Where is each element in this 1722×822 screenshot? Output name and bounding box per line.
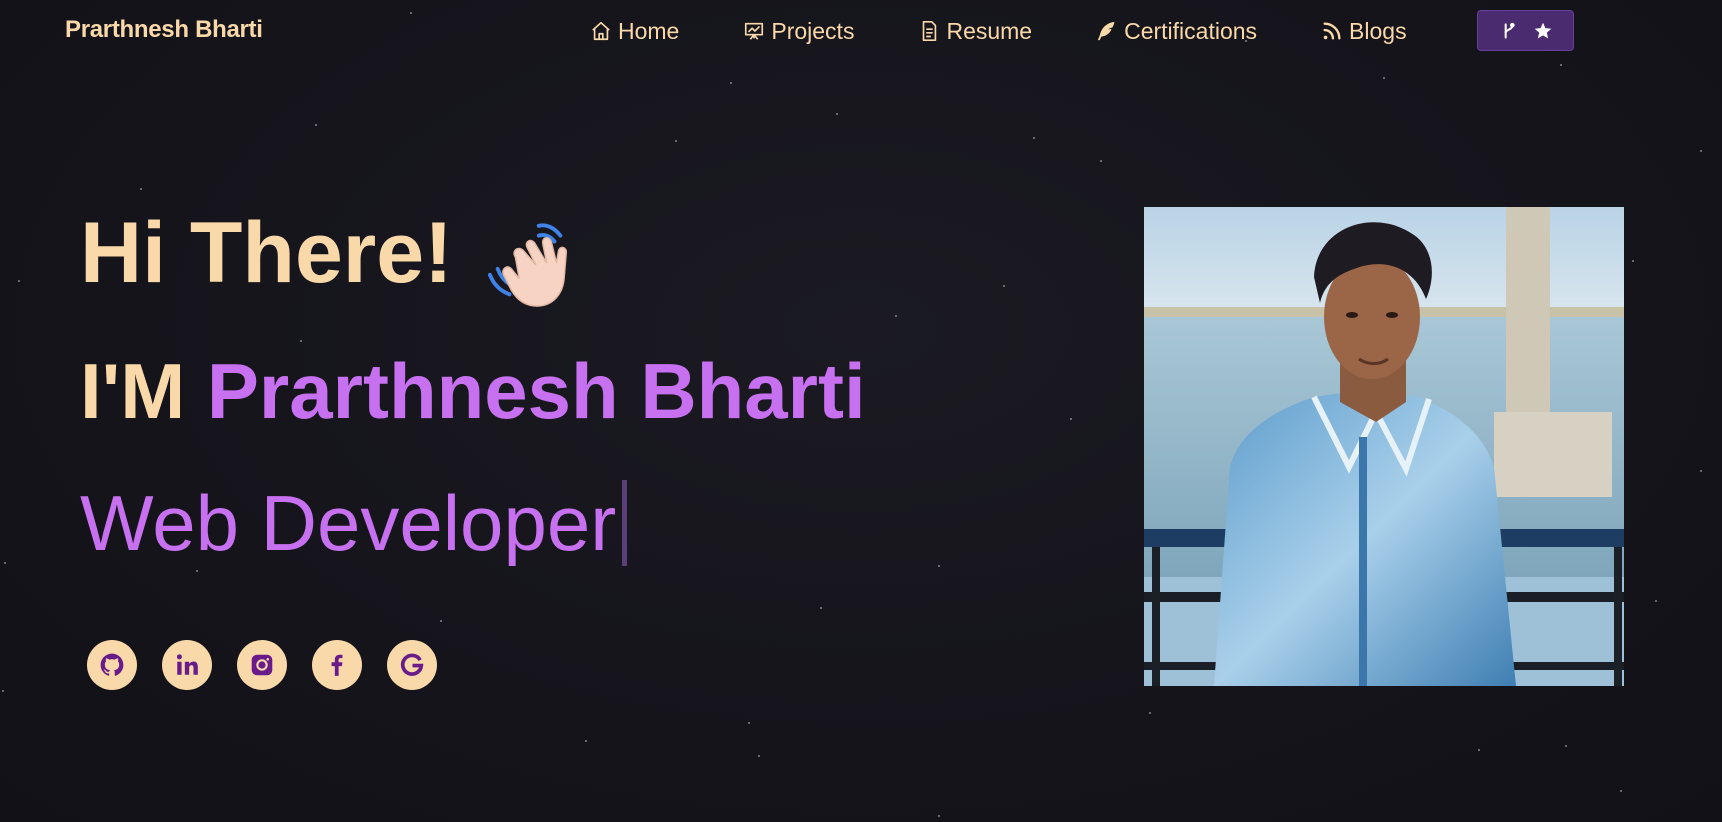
nav-item-blogs[interactable]: Blogs [1321,18,1407,45]
intro-prefix: I'M [80,347,186,435]
linkedin-link[interactable] [162,640,212,690]
instagram-link[interactable] [237,640,287,690]
facebook-icon [331,654,343,676]
google-icon [400,653,424,676]
google-link[interactable] [387,640,437,690]
nav-links: Home Projects Resume Certifications Blog… [590,0,1471,62]
waving-hand-icon [487,223,567,307]
typing-cursor [622,480,628,566]
blogs-icon [1323,22,1341,40]
nav-item-label: Projects [771,17,855,44]
github-link[interactable] [87,640,137,690]
profile-photo [1144,207,1624,686]
star-icon [1534,22,1551,38]
role-text: Web Developer [80,479,617,567]
hero-intro: I'M Prarthnesh Bharti [80,352,866,430]
nav-item-resume[interactable]: Resume [918,18,1032,45]
nav-item-home[interactable]: Home [590,18,679,45]
brand-logo[interactable]: Prarthnesh Bharti [65,16,263,44]
social-links [87,640,437,690]
hero-greeting: Hi There! [80,205,453,301]
hero-name: Prarthnesh Bharti [206,347,866,435]
navbar: Prarthnesh Bharti Home Projects Resume C… [0,0,1722,62]
github-icon [100,653,124,676]
typewriter-role: Web Developer [80,479,628,567]
nav-item-label: Certifications [1124,17,1258,44]
nav-item-certifications[interactable]: Certifications [1096,18,1257,45]
home-icon [592,21,610,41]
nav-item-projects[interactable]: Projects [743,18,854,45]
portfolio-page: Prarthnesh Bharti Home Projects Resume C… [0,0,1722,822]
instagram-icon [251,654,273,676]
nav-item-label: Resume [946,17,1033,44]
github-fork-star-button[interactable] [1477,10,1574,51]
projects-icon [745,22,764,40]
nav-item-label: Home [618,17,680,44]
nav-item-label: Blogs [1349,17,1407,44]
resume-icon [923,21,937,41]
linkedin-icon [176,654,198,675]
certifications-icon [1097,21,1115,41]
git-fork-icon [1504,22,1515,39]
facebook-link[interactable] [312,640,362,690]
